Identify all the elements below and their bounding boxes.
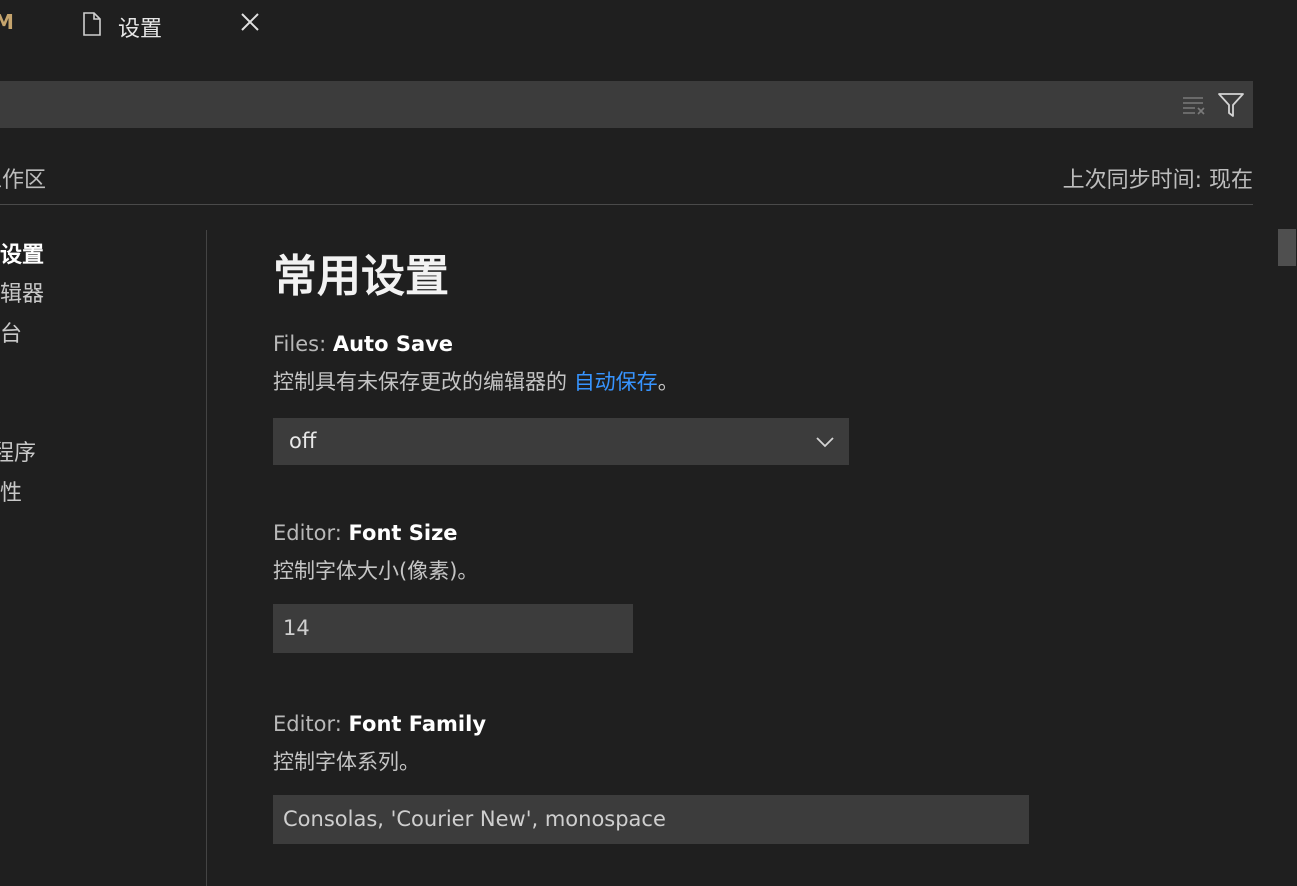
file-icon <box>82 12 102 36</box>
settings-search-input[interactable] <box>0 81 1253 128</box>
setting-category: Editor: <box>273 521 349 545</box>
auto-save-select[interactable]: off <box>273 418 849 465</box>
toc-item-workbench[interactable]: 工作台 <box>0 316 22 348</box>
setting-name: Auto Save <box>332 332 454 356</box>
chevron-down-icon <box>813 430 837 454</box>
setting-name: Font Size <box>348 521 458 545</box>
desc-suffix: 。 <box>657 370 679 394</box>
setting-title: Files: Auto Save <box>273 332 1173 356</box>
tab-settings[interactable]: 设置 <box>60 0 285 50</box>
tab-bar: M 设置 <box>0 0 1297 50</box>
font-size-input[interactable]: 14 <box>273 604 633 653</box>
desc-prefix: 控制具有未保存更改的编辑器的 <box>273 370 574 394</box>
setting-category: Files: <box>273 332 333 356</box>
tab-title: 设置 <box>118 17 163 42</box>
settings-editor: M 设置 作区 上次同步时间: 现在 设置 辑器 台 程序 性 常用设置 Fil… <box>0 0 1297 886</box>
setting-description: 控制字体大小(像素)。 <box>273 559 479 583</box>
previous-tab-fragment[interactable]: M <box>0 10 14 34</box>
toc-item-text-editor[interactable]: 文本编辑器 <box>0 276 44 308</box>
input-value: Consolas, 'Courier New', monospace <box>283 807 666 831</box>
toc-item-common[interactable]: 常用设置 <box>0 237 44 269</box>
font-family-input[interactable]: Consolas, 'Courier New', monospace <box>273 795 1029 844</box>
auto-save-link[interactable]: 自动保存 <box>574 370 658 394</box>
setting-title: Editor: Font Size <box>273 521 1173 545</box>
tab-workspace[interactable]: 工作区 <box>0 162 46 194</box>
scrollbar-thumb[interactable] <box>1278 229 1296 266</box>
settings-toc: 常用设置 文本编辑器 工作台 窗口 功能 应用程序 安全性 扩展 <box>0 230 207 886</box>
toc-item-security[interactable]: 安全性 <box>0 475 22 507</box>
setting-font-size: Editor: Font Size 控制字体大小(像素)。 14 <box>273 521 1173 653</box>
select-value: off <box>289 429 317 453</box>
input-value: 14 <box>283 616 310 640</box>
setting-font-family: Editor: Font Family 控制字体系列。 Consolas, 'C… <box>273 712 1173 844</box>
clear-search-icon[interactable] <box>1181 92 1207 118</box>
toc-item-application[interactable]: 应用程序 <box>0 435 36 467</box>
filter-icon[interactable] <box>1217 91 1245 119</box>
close-icon[interactable] <box>238 10 262 34</box>
setting-description: 控制字体系列。 <box>273 750 420 774</box>
setting-name: Font Family <box>348 712 487 736</box>
setting-auto-save: Files: Auto Save 控制具有未保存更改的编辑器的 自动保存。 of… <box>273 332 1173 465</box>
section-title: 常用设置 <box>273 251 449 302</box>
setting-category: Editor: <box>273 712 349 736</box>
settings-scope-row: 工作区 上次同步时间: 现在 <box>0 150 1253 205</box>
setting-description: 控制具有未保存更改的编辑器的 自动保存。 <box>273 366 1173 396</box>
setting-title: Editor: Font Family <box>273 712 1173 736</box>
sync-status: 上次同步时间: 现在 <box>1062 168 1253 193</box>
